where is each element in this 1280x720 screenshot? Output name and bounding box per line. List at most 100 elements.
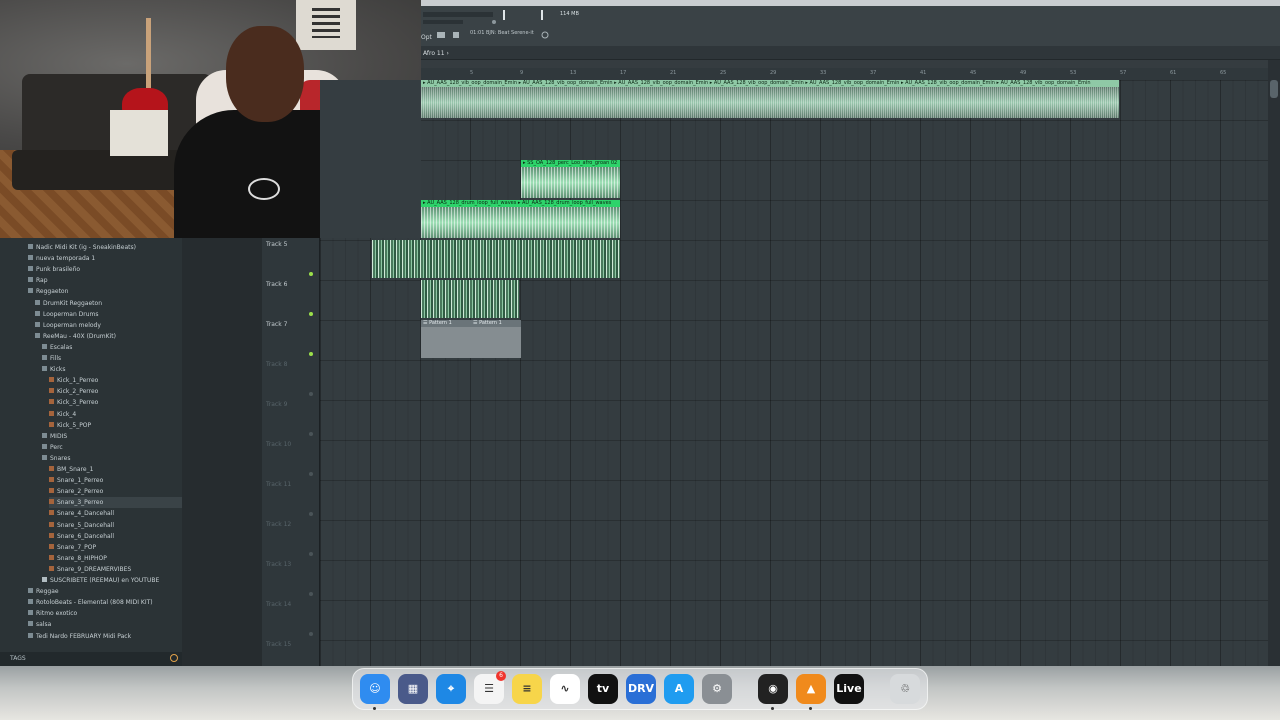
browser-item[interactable]: Nadic Midi Kit (ig - SneakinBeats) [28, 242, 136, 253]
browser-item-label: Kick_2_Perreo [57, 388, 99, 396]
launchpad-icon[interactable]: ▦ [398, 674, 428, 704]
trash-icon[interactable]: ♲ [890, 674, 920, 704]
browser-item[interactable]: Snare_9_DREAMERVIBES [49, 564, 131, 575]
playlist-scrollbar-thumb[interactable] [1270, 80, 1278, 98]
browser-item[interactable]: Rap [28, 275, 48, 286]
track-label[interactable]: Track 6 [266, 281, 287, 288]
browser-item[interactable]: Kick_2_Perreo [49, 386, 98, 397]
browser-panel: Nadic Midi Kit (ig - SneakinBeats) nueva … [0, 238, 182, 666]
safari-icon[interactable]: ⌖ [436, 674, 466, 704]
timeline-tick: 65 [1220, 70, 1227, 76]
browser-item[interactable]: salsa [28, 619, 51, 630]
browser-item[interactable]: Escalas [42, 342, 72, 353]
track-label[interactable]: Track 9 [266, 401, 287, 408]
browser-item[interactable]: Snare_7_POP [49, 542, 96, 553]
track-label[interactable]: Track 7 [266, 321, 287, 328]
browser-item[interactable]: Looperman Drums [35, 309, 99, 320]
system-settings-icon[interactable]: ⚙ [702, 674, 732, 704]
track-mute-led[interactable] [309, 352, 313, 356]
freeform-icon[interactable]: ∿ [550, 674, 580, 704]
browser-item-label: Kick_3_Perreo [57, 399, 99, 407]
track-mute-led[interactable] [309, 272, 313, 276]
track-label[interactable]: Track 15 [266, 641, 291, 648]
clip-track5-audio[interactable] [372, 240, 620, 278]
app-store-icon[interactable]: A [664, 674, 694, 704]
track-label[interactable]: Track 14 [266, 601, 291, 608]
playlist-grid[interactable] [320, 80, 1268, 666]
folder-icon [35, 332, 40, 338]
timeline-tick: 37 [870, 70, 877, 76]
track-label[interactable]: Track 13 [266, 561, 291, 568]
audio-file-icon [49, 466, 54, 471]
browser-item[interactable]: Snare_2_Perreo [49, 486, 103, 497]
browser-item[interactable]: Tedi Nardo FEBRUARY Midi Pack [28, 631, 131, 642]
gemini-icon[interactable]: DRV [626, 674, 656, 704]
timeline-tick: 13 [570, 70, 577, 76]
clip-vocal-loop[interactable]: ▸ AU_AAS_128_vib_oop_domain_Emin ▸ AU_AA… [421, 80, 1119, 118]
clip-pattern-1[interactable]: ☰ Pattern 1 [421, 320, 471, 358]
browser-item[interactable]: Snare_8_HIPHOP [49, 553, 107, 564]
browser-item[interactable]: Kick_5_POP [49, 420, 91, 431]
browser-item[interactable]: Ritmo exotico [28, 608, 77, 619]
track-label[interactable]: Track 11 [266, 481, 291, 488]
track-mute-led[interactable] [309, 312, 313, 316]
browser-item[interactable]: DrumKit Reggaeton [35, 298, 102, 309]
browser-item-label: Kick_5_POP [57, 421, 92, 429]
fl-studio-icon[interactable]: ▲ [796, 674, 826, 704]
browser-item[interactable]: nueva temporada 1 [28, 253, 95, 264]
notes-icon[interactable]: ≡ [512, 674, 542, 704]
track-mute-led[interactable] [309, 392, 313, 396]
clip-pattern-2[interactable]: ☰ Pattern 1 [471, 320, 521, 358]
browser-item[interactable]: Kick_4 [49, 409, 76, 420]
browser-item[interactable]: Snares [42, 453, 70, 464]
finder-icon[interactable]: ☺ [360, 674, 390, 704]
browser-item[interactable]: Looperman melody [35, 320, 101, 331]
browser-item[interactable]: Reggae [28, 586, 59, 597]
search-icon[interactable] [170, 654, 178, 662]
track-mute-led[interactable] [309, 552, 313, 556]
clip-drum-loop[interactable]: ▸ AU_AAS_128_drum_loop_full_waves ▸ AU_A… [421, 200, 620, 238]
browser-item[interactable]: Kicks [42, 364, 66, 375]
options-label[interactable]: Opt [421, 34, 432, 41]
track-mute-led[interactable] [309, 512, 313, 516]
browser-item-label: Snare_8_HIPHOP [57, 554, 107, 562]
browser-item-label: Snare_1_Perreo [57, 477, 104, 485]
browser-item[interactable]: RotoloBeats - Elemental (808 MIDI KIT) [28, 597, 153, 608]
playlist-scrollbar[interactable] [1268, 60, 1280, 666]
timeline-ruler[interactable] [421, 68, 1268, 80]
browser-item[interactable]: Snare_3_Perreo [49, 497, 182, 509]
browser-item[interactable]: Kick_3_Perreo [49, 397, 98, 408]
folder-icon [42, 443, 47, 449]
browser-item[interactable]: Snare_5_Dancehall [49, 520, 114, 531]
browser-item[interactable]: Punk brasileño [28, 264, 80, 275]
browser-item[interactable]: Perc [42, 442, 63, 453]
browser-item-label: Snare_9_DREAMERVIBES [57, 565, 132, 573]
browser-item[interactable]: Fills [42, 353, 61, 364]
clip-perc-loop[interactable]: ▸ SS_OA_128_perc_Loo_afro_groan 02 [521, 160, 620, 198]
clip-track6-audio[interactable] [421, 280, 519, 318]
dock-running-dot [771, 707, 774, 710]
browser-item[interactable]: ReeMau - 40X (DrumKit) [35, 331, 116, 342]
tags-label[interactable]: TAGS [10, 655, 26, 662]
track-mute-led[interactable] [309, 432, 313, 436]
browser-item[interactable]: Snare_1_Perreo [49, 475, 103, 486]
apple-tv-icon[interactable]: tv [588, 674, 618, 704]
track-mute-led[interactable] [309, 592, 313, 596]
browser-item[interactable]: MIDIS [42, 431, 67, 442]
playlist-pattern-title[interactable]: Afro 11 › [423, 50, 449, 57]
track-label[interactable]: Track 12 [266, 521, 291, 528]
browser-item[interactable]: BM_Snare_1 [49, 464, 93, 475]
browser-item[interactable]: Reggaeton [28, 286, 68, 297]
browser-item[interactable]: SUSCRIBETE (REEMAU) en YOUTUBE [42, 575, 159, 586]
track-mute-led[interactable] [309, 472, 313, 476]
folder-icon [28, 288, 33, 294]
browser-item[interactable]: Kick_1_Perreo [49, 375, 98, 386]
logic-icon[interactable]: ◉ [758, 674, 788, 704]
track-label[interactable]: Track 8 [266, 361, 287, 368]
browser-item[interactable]: Snare_6_Dancehall [49, 531, 114, 542]
track-label[interactable]: Track 10 [266, 441, 291, 448]
ableton-live-icon[interactable]: Live [834, 674, 864, 704]
track-label[interactable]: Track 5 [266, 241, 287, 248]
browser-item[interactable]: Snare_4_Dancehall [49, 508, 114, 519]
track-mute-led[interactable] [309, 632, 313, 636]
